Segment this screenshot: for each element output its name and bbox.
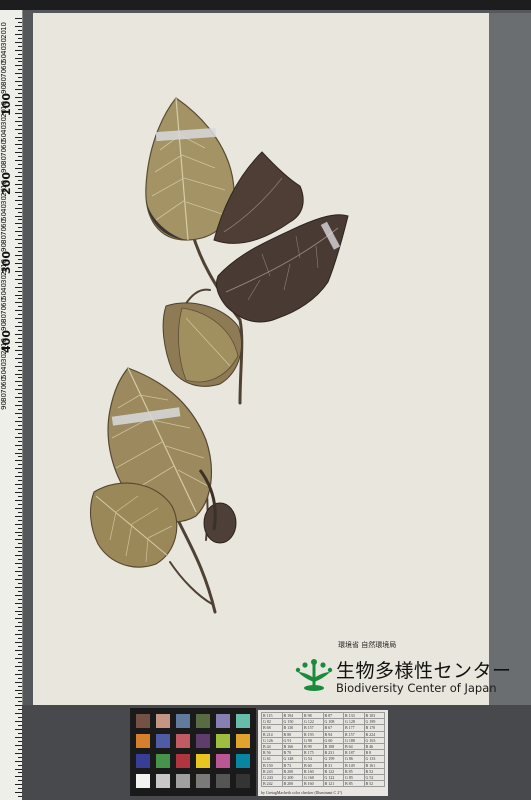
color-swatch bbox=[136, 774, 150, 788]
color-table-cell: B 52 bbox=[363, 780, 385, 788]
color-card-caption: by GretagMacbeth color checker (Illumina… bbox=[261, 790, 343, 795]
color-swatch bbox=[196, 774, 210, 788]
leaf-small-dark bbox=[198, 469, 237, 544]
color-swatch bbox=[176, 754, 190, 768]
color-swatch bbox=[136, 734, 150, 748]
color-swatch bbox=[236, 714, 250, 728]
color-table-cell: B 200 bbox=[281, 780, 303, 788]
color-swatch bbox=[236, 734, 250, 748]
color-swatch bbox=[196, 734, 210, 748]
color-swatch bbox=[176, 774, 190, 788]
color-swatch bbox=[236, 774, 250, 788]
color-value-table: R 115 R 194 R 98 R 87 R 133 R 103 G 82 G 150 G 1… bbox=[261, 711, 385, 788]
color-table-cell: B 121 bbox=[322, 780, 344, 788]
color-table-cell: B 242 bbox=[261, 780, 283, 788]
leaf-middle bbox=[162, 302, 242, 387]
color-swatch bbox=[176, 714, 190, 728]
color-swatch bbox=[156, 774, 170, 788]
sprout-logo-icon bbox=[295, 659, 333, 691]
color-swatch bbox=[136, 754, 150, 768]
color-checker bbox=[130, 708, 256, 796]
herbarium-scan: 10 20 30 40 50 60 70 80 90 100 10 20 30 40 50 60 70 80 90 2… bbox=[0, 0, 531, 800]
color-swatch bbox=[216, 714, 230, 728]
color-table-row: B 242 B 200 B 160 B 121 B 85 B 52 bbox=[261, 780, 385, 788]
center-name-jp: 生物多様性センター bbox=[336, 660, 512, 682]
color-value-card: R 115 R 194 R 98 R 87 R 133 R 103 G 82 G 150 G 1… bbox=[258, 710, 388, 796]
ministry-label: 環境省 自然環境局 bbox=[338, 641, 397, 649]
center-name-en: Biodiversity Center of Japan bbox=[336, 681, 497, 695]
color-swatch bbox=[216, 774, 230, 788]
color-swatch bbox=[236, 754, 250, 768]
biodiversity-center-logo: 環境省 自然環境局 生物多様性センター Biodiversity Center … bbox=[294, 641, 511, 698]
color-swatch bbox=[156, 754, 170, 768]
color-table-cell: B 85 bbox=[343, 780, 365, 788]
color-swatch bbox=[156, 714, 170, 728]
color-swatch bbox=[196, 754, 210, 768]
color-swatch bbox=[216, 734, 230, 748]
color-swatch bbox=[216, 754, 230, 768]
color-swatch bbox=[196, 714, 210, 728]
color-swatch bbox=[136, 714, 150, 728]
color-swatch bbox=[176, 734, 190, 748]
color-table-cell: B 160 bbox=[302, 780, 324, 788]
color-swatch bbox=[156, 734, 170, 748]
